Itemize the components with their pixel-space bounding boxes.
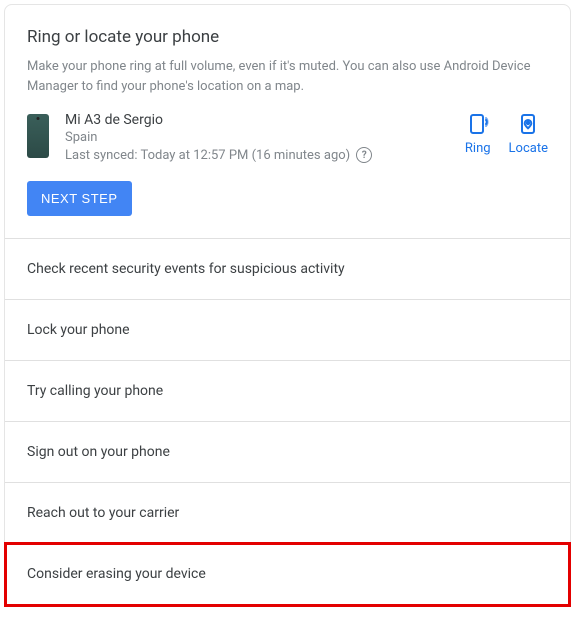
locate-label: Locate: [509, 141, 548, 156]
locate-icon: [516, 112, 540, 136]
item-label: Try calling your phone: [27, 383, 163, 399]
card-title: Ring or locate your phone: [27, 27, 548, 47]
security-card: Ring or locate your phone Make your phon…: [4, 4, 571, 607]
last-synced-text: Last synced: Today at 12:57 PM (16 minut…: [65, 148, 350, 163]
item-label: Sign out on your phone: [27, 444, 170, 460]
help-icon[interactable]: ?: [356, 147, 372, 163]
device-name: Mi A3 de Sergio: [65, 112, 465, 128]
item-erase-device[interactable]: Consider erasing your device: [5, 543, 570, 606]
next-step-wrap: NEXT STEP: [5, 181, 570, 238]
device-thumbnail: [27, 114, 49, 158]
ring-label: Ring: [465, 141, 491, 156]
card-description: Make your phone ring at full volume, eve…: [27, 57, 548, 96]
item-label: Consider erasing your device: [27, 566, 206, 582]
item-label: Check recent security events for suspici…: [27, 261, 345, 277]
device-location: Spain: [65, 130, 465, 145]
device-actions: Ring Locate: [465, 112, 548, 156]
card-header: Ring or locate your phone Make your phon…: [5, 5, 570, 96]
item-lock-phone[interactable]: Lock your phone: [5, 299, 570, 360]
item-sign-out[interactable]: Sign out on your phone: [5, 421, 570, 482]
item-security-events[interactable]: Check recent security events for suspici…: [5, 238, 570, 299]
item-reach-carrier[interactable]: Reach out to your carrier: [5, 482, 570, 543]
item-try-calling[interactable]: Try calling your phone: [5, 360, 570, 421]
next-step-button[interactable]: NEXT STEP: [27, 181, 132, 216]
locate-button[interactable]: Locate: [509, 112, 548, 156]
ring-icon: [466, 112, 490, 136]
device-row: Mi A3 de Sergio Spain Last synced: Today…: [5, 112, 570, 181]
ring-button[interactable]: Ring: [465, 112, 491, 156]
device-info: Mi A3 de Sergio Spain Last synced: Today…: [65, 112, 465, 163]
item-label: Lock your phone: [27, 322, 130, 338]
item-label: Reach out to your carrier: [27, 505, 179, 521]
device-last-synced: Last synced: Today at 12:57 PM (16 minut…: [65, 147, 465, 163]
